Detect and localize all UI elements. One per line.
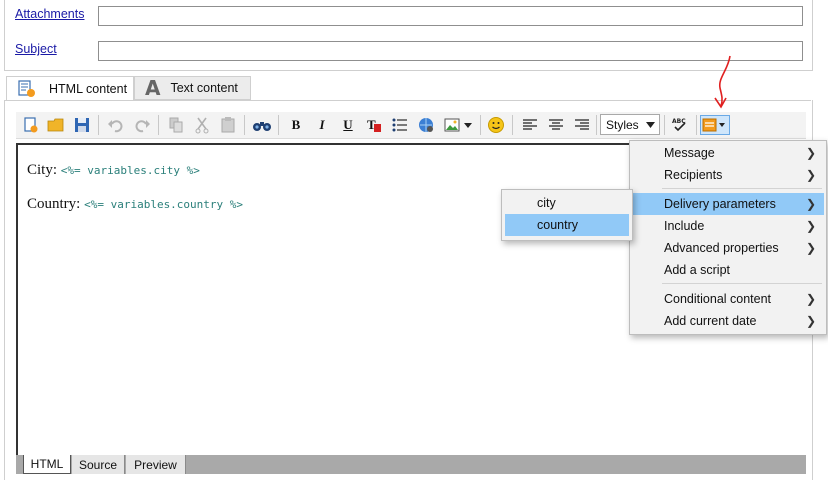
bulleted-list-icon[interactable] <box>390 115 410 135</box>
underline-glyph: U <box>343 117 353 132</box>
menu-item-add-a-script[interactable]: Add a script <box>630 259 826 281</box>
styles-dropdown-label: Styles <box>606 117 639 132</box>
text-color-icon[interactable]: T <box>364 115 384 135</box>
menu-item-delivery-parameters-label: Delivery parameters <box>664 197 776 211</box>
underline-icon[interactable]: U <box>338 115 358 135</box>
menu-item-advanced-properties-label: Advanced properties <box>664 241 779 255</box>
country-variable-code: <%= variables.country %> <box>84 198 244 211</box>
italic-glyph: I <box>319 117 325 132</box>
attachments-link[interactable]: Attachments <box>15 7 84 21</box>
subject-field[interactable] <box>98 41 803 61</box>
editor-mode-bar: HTML Source Preview <box>16 455 806 474</box>
align-right-icon[interactable] <box>572 115 592 135</box>
tab-text-content[interactable]: A Text content <box>134 76 251 100</box>
menu-item-conditional-content-label: Conditional content <box>664 292 772 306</box>
editor-line-country: Country: <%= variables.country %> <box>27 196 243 213</box>
subject-link[interactable]: Subject <box>15 42 57 56</box>
insert-image-icon[interactable] <box>442 115 462 135</box>
toolbar-separator <box>480 115 481 135</box>
attachments-field[interactable] <box>98 6 803 26</box>
emoji-icon[interactable] <box>486 115 506 135</box>
bold-icon[interactable]: B <box>286 115 306 135</box>
align-left-icon[interactable] <box>520 115 540 135</box>
chevron-right-icon: ❯ <box>805 241 816 255</box>
mode-tab-preview[interactable]: Preview <box>126 455 186 474</box>
city-label: City: <box>27 162 58 178</box>
menu-item-delivery-parameters[interactable]: Delivery parameters ❯ <box>632 193 824 215</box>
menu-item-include[interactable]: Include ❯ <box>630 215 826 237</box>
save-icon[interactable] <box>72 115 92 135</box>
toolbar-separator <box>278 115 279 135</box>
new-document-icon[interactable] <box>21 115 41 135</box>
editor-toolbar: B I U T Styles ABC <box>16 112 806 139</box>
paste-icon[interactable] <box>218 115 238 135</box>
cut-icon[interactable] <box>192 115 212 135</box>
redo-icon[interactable] <box>132 115 152 135</box>
menu-item-message[interactable]: Message ❯ <box>630 142 826 164</box>
submenu-item-city[interactable]: city <box>505 192 629 214</box>
chevron-right-icon: ❯ <box>805 168 816 182</box>
open-folder-icon[interactable] <box>46 115 66 135</box>
menu-item-add-current-date-label: Add current date <box>664 314 757 328</box>
find-binoculars-icon[interactable] <box>252 115 272 135</box>
editor-line-city: City: <%= variables.city %> <box>27 162 200 179</box>
mode-tab-html[interactable]: HTML <box>23 455 71 474</box>
chevron-right-icon: ❯ <box>805 197 816 211</box>
menu-item-include-label: Include <box>664 219 705 233</box>
tab-text-content-label: Text content <box>170 81 238 95</box>
annotation-arrow-icon <box>714 55 731 109</box>
menu-separator <box>662 188 822 189</box>
chevron-right-icon: ❯ <box>805 219 816 233</box>
toolbar-separator <box>158 115 159 135</box>
toolbar-separator <box>696 115 697 135</box>
toolbar-separator <box>98 115 99 135</box>
chevron-down-icon <box>646 122 655 128</box>
menu-item-message-label: Message <box>664 146 715 160</box>
menu-item-add-current-date[interactable]: Add current date ❯ <box>630 310 826 332</box>
insert-image-dropdown[interactable] <box>462 115 474 135</box>
tab-html-content-label: HTML content <box>49 81 128 96</box>
menu-separator <box>662 283 822 284</box>
chevron-right-icon: ❯ <box>805 292 816 306</box>
toolbar-separator <box>512 115 513 135</box>
city-variable-code: <%= variables.city %> <box>60 164 200 177</box>
menu-item-advanced-properties[interactable]: Advanced properties ❯ <box>630 237 826 259</box>
chevron-right-icon: ❯ <box>805 146 816 160</box>
toolbar-separator <box>596 115 597 135</box>
menu-item-add-a-script-label: Add a script <box>664 263 731 277</box>
styles-dropdown[interactable]: Styles <box>600 114 660 135</box>
html-content-icon <box>17 79 39 98</box>
toolbar-separator <box>664 115 665 135</box>
chevron-right-icon: ❯ <box>805 314 816 328</box>
tab-divider <box>4 100 811 101</box>
undo-icon[interactable] <box>106 115 126 135</box>
align-center-icon[interactable] <box>546 115 566 135</box>
submenu-item-city-label: city <box>537 196 556 210</box>
menu-item-conditional-content[interactable]: Conditional content ❯ <box>630 288 826 310</box>
spell-check-icon[interactable]: ABC <box>670 115 690 135</box>
mode-tab-source[interactable]: Source <box>72 455 125 474</box>
toolbar-separator <box>244 115 245 135</box>
italic-icon[interactable]: I <box>312 115 332 135</box>
personalization-fields-icon[interactable] <box>700 115 730 135</box>
delivery-parameters-submenu: city country <box>501 189 633 241</box>
insert-link-icon[interactable] <box>416 115 436 135</box>
menu-item-recipients-label: Recipients <box>664 168 723 182</box>
personalization-menu: Message ❯ Recipients ❯ Delivery paramete… <box>629 140 827 335</box>
bold-glyph: B <box>291 117 301 132</box>
country-label: Country: <box>27 196 81 212</box>
menu-item-recipients[interactable]: Recipients ❯ <box>630 164 826 186</box>
submenu-item-country-label: country <box>537 218 578 232</box>
submenu-item-country[interactable]: country <box>505 214 629 236</box>
text-content-icon: A <box>145 76 161 100</box>
tab-html-content[interactable]: HTML content <box>6 76 134 100</box>
copy-icon[interactable] <box>166 115 186 135</box>
